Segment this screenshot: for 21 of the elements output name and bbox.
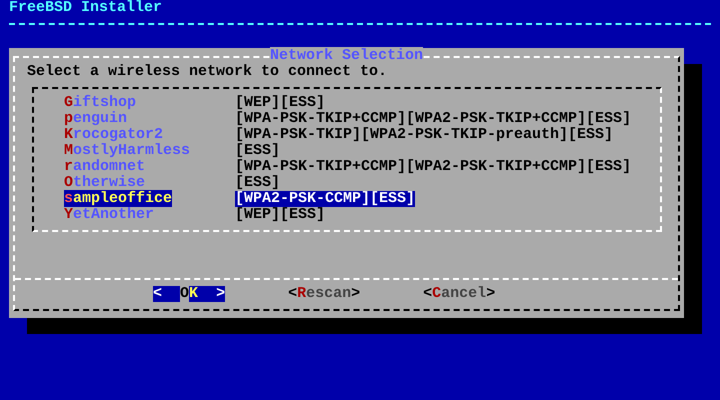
dialog-button[interactable]: < OK > [153,286,226,302]
security-info: [WEP][ESS] [235,207,326,223]
installer-title: FreeBSD Installer [9,0,164,16]
security-info: [ESS] [235,143,280,159]
dialog-button[interactable]: <Rescan> [288,286,360,302]
security-info: [ESS] [235,175,280,191]
network-name[interactable]: Otherwise [64,174,146,191]
security-info: [WPA-PSK-TKIP][WPA2-PSK-TKIP-preauth][ESS] [235,127,614,143]
security-info: [WPA-PSK-TKIP+CCMP][WPA2-PSK-TKIP+CCMP][ESS] [235,159,632,175]
network-name[interactable]: sampleoffice [64,190,172,207]
security-info: [WPA-PSK-TKIP+CCMP][WPA2-PSK-TKIP+CCMP][ESS] [235,111,632,127]
network-name[interactable]: YetAnother [64,206,154,223]
security-info: [WEP][ESS] [235,95,326,111]
prompt-text: Select a wireless network to connect to. [27,63,388,80]
network-name[interactable]: penguin [64,110,128,127]
security-info: [WPA2-PSK-CCMP][ESS] [235,191,416,207]
dialog-button[interactable]: <Cancel> [423,286,496,302]
network-name[interactable]: Krocogator2 [64,126,164,143]
network-name[interactable]: randomnet [64,158,146,175]
network-name[interactable]: Giftshop [64,94,136,111]
network-name[interactable]: MostlyHarmless [64,142,190,159]
